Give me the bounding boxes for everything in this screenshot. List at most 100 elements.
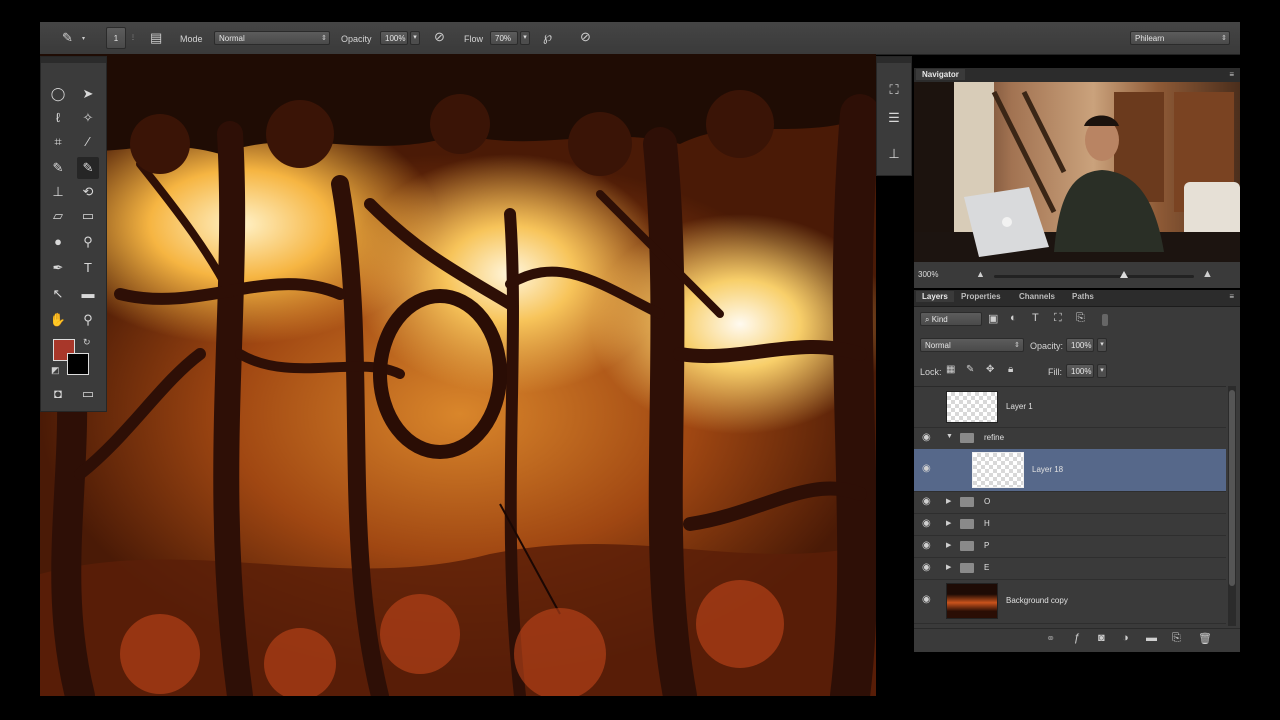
filter-toggle[interactable] [1102,314,1108,326]
new-layer-icon[interactable]: ⎘ [1172,632,1181,645]
tab-paths[interactable]: Paths [1072,292,1094,301]
lock-image-icon[interactable]: ✎ [966,364,974,375]
layer-style-icon[interactable]: ƒ [1074,632,1080,644]
group-name[interactable]: E [984,563,989,572]
group-expanded-icon[interactable]: ▼ [946,433,953,440]
path-selection-icon[interactable]: ↖ [47,283,69,305]
fill-field[interactable]: 100% [1066,364,1094,378]
lasso-tool-icon[interactable]: ℓ [47,107,69,129]
size-stepper-icon[interactable]: ⋮ [130,34,136,41]
lock-position-icon[interactable]: ✥ [986,364,994,375]
layer-row-selected[interactable]: ◉ Layer 18 [914,449,1226,492]
scrollbar-thumb[interactable] [1229,390,1235,586]
tab-layers[interactable]: Layers [916,291,954,302]
history-brush-icon[interactable]: ⟲ [77,181,99,203]
document-canvas[interactable] [40,54,876,696]
filter-pixel-icon[interactable]: ▣ [988,312,998,325]
zoom-slider-handle[interactable] [1120,271,1128,278]
elliptical-marquee-icon[interactable]: ◯ [47,83,69,105]
group-collapsed-icon[interactable]: ▶ [946,497,951,505]
dodge-tool-icon[interactable]: ⚲ [77,231,99,253]
quick-selection-icon[interactable]: ✧ [77,107,99,129]
screen-mode-icon[interactable]: ▭ [77,383,99,405]
type-tool-icon[interactable]: T [77,257,99,279]
filter-shape-icon[interactable]: ⛶ [1054,312,1062,325]
layer-name[interactable]: Layer 1 [1006,402,1033,411]
filter-smart-object-icon[interactable]: ⎘ [1076,312,1085,325]
visibility-eye-icon[interactable]: ◉ [922,432,931,443]
airbrush-icon[interactable]: ℘ [543,29,552,45]
crop-tool-icon[interactable]: ⌗ [47,131,69,153]
tab-properties[interactable]: Properties [961,292,1001,301]
strip-grip[interactable] [877,57,911,63]
default-colors-icon[interactable]: ◩ [51,365,60,376]
visibility-eye-icon[interactable]: ◉ [922,540,931,551]
brush-size-field[interactable]: 1 [106,27,126,49]
group-collapsed-icon[interactable]: ▶ [946,563,951,571]
fill-dropdown-icon[interactable]: ▾ [1097,364,1107,378]
layer-row[interactable]: Layer 1 [914,387,1226,428]
group-name[interactable]: H [984,519,990,528]
healing-brush-icon[interactable]: ✎ [47,157,69,179]
visibility-eye-icon[interactable]: ◉ [922,562,931,573]
filter-type-icon[interactable]: T [1032,312,1039,324]
zoom-tool-icon[interactable]: ⚲ [77,309,99,331]
new-group-icon[interactable]: ▬ [1146,632,1157,644]
clone-source-icon[interactable]: ⊥ [883,143,905,165]
group-name[interactable]: O [984,497,990,506]
group-collapsed-icon[interactable]: ▶ [946,541,951,549]
mode-select[interactable]: Normal [214,31,330,45]
workspace-select[interactable]: Philearn [1130,31,1230,45]
blur-tool-icon[interactable]: ● [47,231,69,253]
brush-tool-preset-icon[interactable]: ✎ [62,30,73,46]
zoom-percent[interactable]: 300% [918,270,938,279]
zoom-in-icon[interactable]: ▲ [1202,268,1213,280]
quick-mask-icon[interactable]: ◘ [47,383,69,405]
hand-tool-icon[interactable]: ✋ [47,309,69,331]
layer-opacity-dropdown-icon[interactable]: ▾ [1097,338,1107,352]
pressure-opacity-icon[interactable]: ⊘ [434,29,445,45]
zoom-out-icon[interactable]: ▲ [976,269,985,279]
pressure-size-icon[interactable]: ⊘ [580,29,591,45]
background-color-swatch[interactable] [67,353,89,375]
layer-opacity-field[interactable]: 100% [1066,338,1094,352]
preset-dropdown-arrow-icon[interactable]: ▾ [82,35,85,42]
rectangle-tool-icon[interactable]: ▬ [77,283,99,305]
tools-panel-grip[interactable] [41,57,106,63]
visibility-eye-icon[interactable]: ◉ [922,496,931,507]
opacity-dropdown-icon[interactable]: ▾ [410,31,420,45]
opacity-field[interactable]: 100% [380,31,408,45]
filter-adjustment-icon[interactable]: ◐ [1010,312,1017,324]
filter-kind-select[interactable]: ⌕ Kind [920,312,982,326]
tab-channels[interactable]: Channels [1019,292,1055,301]
pen-tool-icon[interactable]: ✒ [47,257,69,279]
panel-menu-icon[interactable]: ≡ [1229,70,1234,79]
layer-group-row[interactable]: ◉ ▶ E [914,557,1226,580]
eyedropper-icon[interactable]: ⁄ [77,131,99,153]
flow-field[interactable]: 70% [490,31,518,45]
link-layers-icon[interactable]: ⚭ [1046,632,1055,645]
layer-row[interactable]: ◉ Background copy [914,579,1226,624]
layers-scrollbar[interactable] [1228,386,1236,626]
flow-dropdown-icon[interactable]: ▾ [520,31,530,45]
brush-panel-toggle-icon[interactable]: ▤ [150,30,162,46]
add-mask-icon[interactable]: ◙ [1098,632,1105,644]
clone-stamp-icon[interactable]: ⊥ [47,181,69,203]
zoom-slider[interactable] [994,275,1194,278]
eraser-tool-icon[interactable]: ▱ [47,205,69,227]
adjustments-panel-icon[interactable]: ☰ [883,107,905,129]
lock-all-icon[interactable]: 🔒︎ [1008,364,1013,375]
layer-name[interactable]: Layer 18 [1032,465,1063,474]
delete-layer-icon[interactable]: 🗑︎ [1198,632,1212,645]
gradient-tool-icon[interactable]: ▭ [77,205,99,227]
visibility-eye-icon[interactable]: ◉ [922,594,931,605]
brush-tool-icon[interactable]: ✎ [77,157,99,179]
layer-name[interactable]: Background copy [1006,596,1068,605]
layer-group-row[interactable]: ◉ ▼ refine [914,427,1226,450]
layers-menu-icon[interactable]: ≡ [1229,292,1234,301]
group-name[interactable]: P [984,541,989,550]
group-name[interactable]: refine [984,433,1004,442]
visibility-eye-icon[interactable]: ◉ [922,518,931,529]
group-collapsed-icon[interactable]: ▶ [946,519,951,527]
move-tool-icon[interactable]: ➤ [77,83,99,105]
